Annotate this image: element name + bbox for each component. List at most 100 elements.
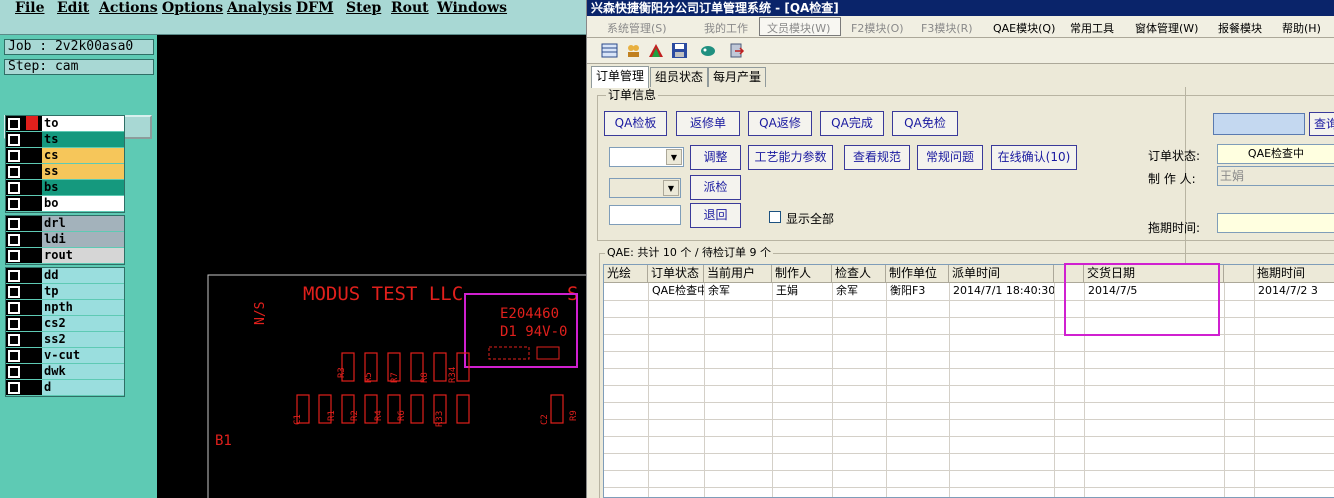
process-params-button[interactable]: 工艺能力参数 (748, 145, 833, 170)
tab-order-management[interactable]: 订单管理 (591, 66, 650, 88)
common-issues-button[interactable]: 常规问题 (917, 145, 983, 170)
layer-row-tp[interactable]: tp (6, 284, 124, 300)
layer-row-drl[interactable]: drl (6, 216, 124, 232)
menu-qae[interactable]: QAE模块(Q) (993, 20, 1055, 36)
layer-row-bs[interactable]: bs (6, 180, 124, 196)
layer-checkbox[interactable] (8, 382, 20, 394)
grid-cell[interactable]: 2014/7/1 18:40:30 (949, 283, 1054, 300)
layer-checkbox[interactable] (8, 302, 20, 314)
tab-monthly-output[interactable]: 每月产量 (708, 67, 767, 87)
layer-name[interactable]: cs (42, 148, 124, 163)
layer-name[interactable]: d (42, 380, 124, 395)
grid-header-cell[interactable]: 制作单位 (886, 265, 949, 283)
grid-header-cell[interactable]: 制作人 (772, 265, 832, 283)
grid-cell[interactable]: 余军 (704, 283, 772, 300)
layer-name[interactable]: rout (42, 248, 124, 263)
layer-name[interactable]: ss2 (42, 332, 124, 347)
adjust-button[interactable]: 调整 (690, 145, 741, 170)
grid-header-cell[interactable]: 检查人 (832, 265, 886, 283)
qa-complete-button[interactable]: QA完成 (820, 111, 884, 136)
menu-actions[interactable]: Actions (99, 0, 158, 16)
grid-header-cell[interactable] (1054, 265, 1084, 283)
layer-row-dwk[interactable]: dwk (6, 364, 124, 380)
layer-name[interactable]: ss (42, 164, 124, 179)
grid-cell[interactable] (1224, 283, 1254, 300)
menu-analysis[interactable]: Analysis (227, 0, 292, 16)
grid-cell[interactable]: 余军 (832, 283, 886, 300)
layer-name[interactable]: to (42, 116, 124, 131)
layer-row-v-cut[interactable]: v-cut (6, 348, 124, 364)
grid-cell[interactable] (604, 283, 648, 300)
search-input[interactable] (1213, 113, 1305, 135)
users-icon[interactable] (625, 42, 642, 59)
layer-row-dd[interactable]: dd (6, 268, 124, 284)
layer-row-d[interactable]: d (6, 380, 124, 396)
menu-meal[interactable]: 报餐模块 (1218, 20, 1262, 36)
layer-row-cs2[interactable]: cs2 (6, 316, 124, 332)
layer-name[interactable]: v-cut (42, 348, 124, 363)
layer-name[interactable]: npth (42, 300, 124, 315)
layer-row-ldi[interactable]: ldi (6, 232, 124, 248)
grid-header-cell[interactable]: 拖期时间 (1254, 265, 1334, 283)
layer-name[interactable]: tp (42, 284, 124, 299)
grid-header-cell[interactable]: 交货日期 (1084, 265, 1224, 283)
layer-row-bo[interactable]: bo (6, 196, 124, 212)
layer-row-rout[interactable]: rout (6, 248, 124, 264)
layer-checkbox[interactable] (8, 366, 20, 378)
grid-cell[interactable]: 衡阳F3 (886, 283, 949, 300)
menu-wenyuan[interactable]: 文员模块(W) (767, 20, 830, 36)
qa-repair-button[interactable]: QA返修 (748, 111, 812, 136)
layer-checkbox[interactable] (8, 286, 20, 298)
menu-dfm[interactable]: DFM (296, 0, 334, 16)
dispatch-button[interactable]: 派检 (690, 175, 741, 200)
return-input[interactable] (609, 205, 681, 225)
layer-checkbox[interactable] (8, 218, 20, 230)
layer-name[interactable]: bo (42, 196, 124, 211)
grid-header-cell[interactable]: 订单状态 (648, 265, 704, 283)
menu-f3[interactable]: F3模块(R) (921, 20, 973, 36)
tab-member-status[interactable]: 组员状态 (650, 67, 709, 87)
layer-name[interactable]: dd (42, 268, 124, 283)
grid-header-cell[interactable]: 光绘 (604, 265, 648, 283)
menu-wodegongzuo[interactable]: 我的工作 (704, 20, 748, 36)
layer-checkbox[interactable] (8, 150, 20, 162)
layer-name[interactable]: dwk (42, 364, 124, 379)
menu-step[interactable]: Step (346, 0, 381, 16)
layer-checkbox[interactable] (8, 134, 20, 146)
layer-name[interactable]: ldi (42, 232, 124, 247)
grid-cell[interactable]: 王娟 (772, 283, 832, 300)
layer-checkbox[interactable] (8, 198, 20, 210)
layer-name[interactable]: bs (42, 180, 124, 195)
qa-check-button[interactable]: QA检板 (604, 111, 667, 136)
chevron-down-icon[interactable]: ▼ (666, 149, 682, 165)
grid-header-cell[interactable]: 当前用户 (704, 265, 772, 283)
layer-checkbox[interactable] (8, 334, 20, 346)
graphic-canvas[interactable]: MODUS TEST LLC S N/S B1 E204460 D1 94V-0 (157, 35, 586, 498)
dispatch-combo[interactable]: ▼ (609, 178, 681, 198)
layer-name[interactable]: ts (42, 132, 124, 147)
layer-name[interactable]: drl (42, 216, 124, 231)
menu-rout[interactable]: Rout (391, 0, 429, 16)
menu-tools[interactable]: 常用工具 (1070, 20, 1114, 36)
menu-xitong[interactable]: 系统管理(S) (607, 20, 667, 36)
menu-options[interactable]: Options (162, 0, 223, 16)
grid-header-cell[interactable]: 派单时间 (949, 265, 1054, 283)
grid-icon[interactable] (601, 42, 618, 59)
menu-edit[interactable]: Edit (57, 0, 89, 16)
fish-icon[interactable] (700, 42, 717, 59)
layer-row-to[interactable]: to (6, 116, 124, 132)
menu-file[interactable]: File (15, 0, 44, 16)
layer-checkbox[interactable] (8, 250, 20, 262)
layer-checkbox[interactable] (8, 270, 20, 282)
layer-row-ts[interactable]: ts (6, 132, 124, 148)
return-button[interactable]: 退回 (690, 203, 741, 228)
menu-help[interactable]: 帮助(H) (1282, 20, 1321, 36)
layer-name[interactable]: cs2 (42, 316, 124, 331)
grid-cell[interactable]: 2014/7/5 (1084, 283, 1224, 300)
filter-combo[interactable]: ▼ (609, 147, 684, 167)
layer-checkbox[interactable] (8, 234, 20, 246)
layer-checkbox[interactable] (8, 166, 20, 178)
layer-row-ss2[interactable]: ss2 (6, 332, 124, 348)
layer-checkbox[interactable] (8, 182, 20, 194)
online-confirm-button[interactable]: 在线确认(10) (991, 145, 1077, 170)
